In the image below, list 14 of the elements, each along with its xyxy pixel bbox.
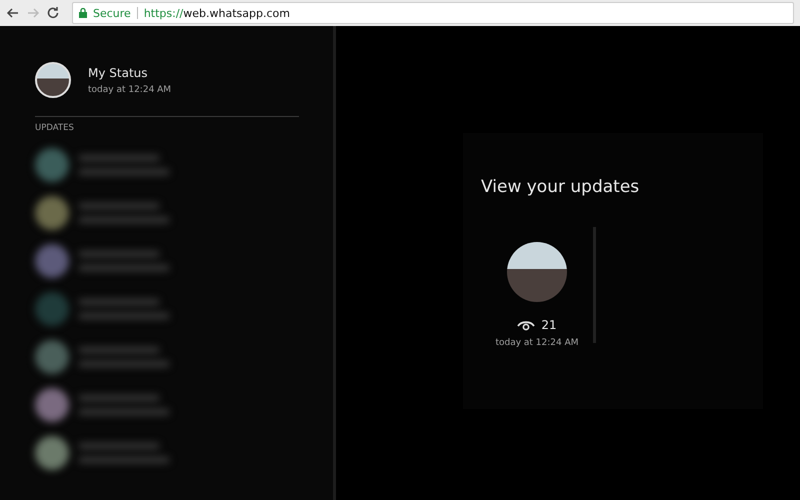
status-time: today at 12:24 AM (88, 84, 172, 94)
update-time: today at 12:24 AM (495, 338, 579, 348)
avatar-placeholder[interactable] (35, 62, 71, 98)
view-count: 21 (541, 318, 557, 332)
url-text: https://web.whatsapp.com (144, 6, 290, 20)
lock-icon (79, 8, 87, 18)
status-name: My Status (88, 66, 149, 80)
eye-icon (517, 320, 536, 330)
updates-heading: UPDATES (35, 123, 75, 133)
secure-label: Secure (93, 6, 131, 20)
viewer-title: View your updates (481, 177, 640, 197)
back-icon[interactable] (6, 6, 20, 20)
reload-icon[interactable] (46, 6, 60, 20)
address-bar[interactable]: Secure https://web.whatsapp.com (72, 2, 794, 24)
